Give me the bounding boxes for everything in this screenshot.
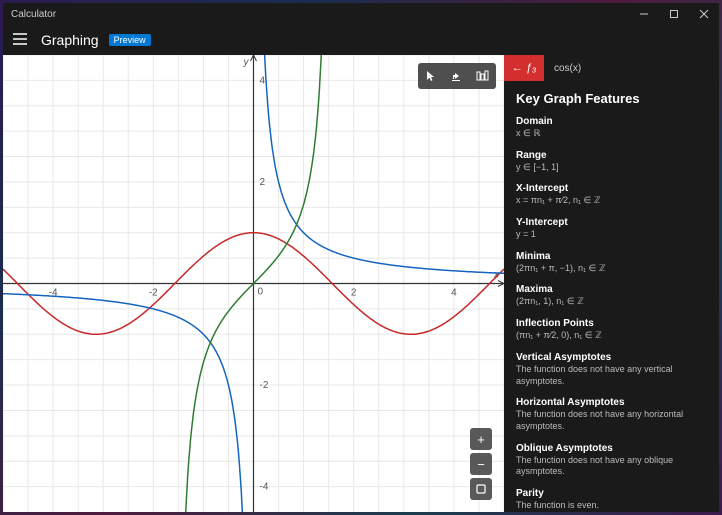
feature-label: Parity — [516, 488, 707, 499]
feature-block: Inflection Points(πn₁ + π⁄2, 0), n₁ ∈ ℤ — [516, 318, 707, 342]
feature-label: Vertical Asymptotes — [516, 352, 707, 363]
feature-label: Y-Intercept — [516, 217, 707, 228]
graph-toolbar — [418, 63, 496, 89]
graph-canvas[interactable]: -4-224-4-2240yx + − — [3, 55, 504, 512]
app-window: Calculator Graphing Preview -4-224-4-224… — [3, 3, 719, 512]
feature-block: X-Interceptx = πn₁ + π⁄2, n₁ ∈ ℤ — [516, 183, 707, 207]
svg-text:4: 4 — [451, 288, 457, 299]
feature-block: Maxima(2πn₁, 1), n₁ ∈ ℤ — [516, 284, 707, 308]
feature-block: Y-Intercepty = 1 — [516, 217, 707, 241]
function-expression: cos(x) — [544, 63, 719, 74]
feature-label: Horizontal Asymptotes — [516, 397, 707, 408]
feature-block: Horizontal AsymptotesThe function does n… — [516, 397, 707, 432]
feature-label: Inflection Points — [516, 318, 707, 329]
feature-value: x = πn₁ + π⁄2, n₁ ∈ ℤ — [516, 195, 707, 207]
function-header: ← ƒ₃ cos(x) — [504, 55, 719, 81]
features-panel: ← ƒ₃ cos(x) Key Graph Features Domainx ∈… — [504, 55, 719, 512]
svg-text:-4: -4 — [260, 482, 269, 493]
feature-value: The function does not have any vertical … — [516, 364, 707, 387]
trace-tool-button[interactable] — [474, 67, 492, 85]
feature-value: (2πn₁, 1), n₁ ∈ ℤ — [516, 296, 707, 308]
svg-text:-2: -2 — [260, 380, 269, 391]
svg-text:4: 4 — [260, 75, 266, 86]
feature-label: Domain — [516, 116, 707, 127]
feature-label: Minima — [516, 251, 707, 262]
feature-block: Domainx ∈ ℝ — [516, 116, 707, 140]
cursor-tool-button[interactable] — [422, 67, 440, 85]
feature-block: Vertical AsymptotesThe function does not… — [516, 352, 707, 387]
feature-label: Maxima — [516, 284, 707, 295]
menu-button[interactable] — [9, 28, 31, 52]
svg-text:y: y — [243, 57, 250, 68]
feature-block: Oblique AsymptotesThe function does not … — [516, 443, 707, 478]
close-button[interactable] — [689, 3, 719, 25]
titlebar: Calculator — [3, 3, 719, 25]
minimize-button[interactable] — [629, 3, 659, 25]
feature-value: The function does not have any oblique a… — [516, 455, 707, 478]
zoom-in-button[interactable]: + — [470, 428, 492, 450]
maximize-button[interactable] — [659, 3, 689, 25]
features-title: Key Graph Features — [516, 91, 707, 106]
content-area: -4-224-4-2240yx + − — [3, 55, 719, 512]
feature-label: Range — [516, 150, 707, 161]
zoom-reset-button[interactable] — [470, 478, 492, 500]
feature-block: Minima(2πn₁ + π, −1), n₁ ∈ ℤ — [516, 251, 707, 275]
feature-block: ParityThe function is even. — [516, 488, 707, 512]
back-button[interactable]: ← ƒ₃ — [504, 55, 544, 81]
feature-value: (πn₁ + π⁄2, 0), n₁ ∈ ℤ — [516, 330, 707, 342]
feature-value: y ∈ [−1, 1] — [516, 162, 707, 174]
feature-value: x ∈ ℝ — [516, 128, 707, 140]
toolbar: Graphing Preview — [3, 25, 719, 55]
svg-text:2: 2 — [260, 177, 266, 188]
back-label: ← ƒ₃ — [512, 62, 537, 74]
features-list[interactable]: Key Graph Features Domainx ∈ ℝ Rangey ∈ [… — [504, 81, 719, 512]
feature-value: (2πn₁ + π, −1), n₁ ∈ ℤ — [516, 263, 707, 275]
titlebar-controls — [629, 3, 719, 25]
preview-badge: Preview — [109, 34, 151, 46]
svg-text:-2: -2 — [149, 288, 158, 299]
feature-label: X-Intercept — [516, 183, 707, 194]
graph-svg: -4-224-4-2240yx — [3, 55, 504, 512]
zoom-out-button[interactable]: − — [470, 453, 492, 475]
feature-value: y = 1 — [516, 229, 707, 241]
zoom-controls: + − — [470, 428, 492, 500]
titlebar-title: Calculator — [11, 9, 56, 20]
svg-text:2: 2 — [351, 288, 357, 299]
feature-value: The function does not have any horizonta… — [516, 409, 707, 432]
mode-label: Graphing — [41, 32, 99, 48]
feature-label: Oblique Asymptotes — [516, 443, 707, 454]
svg-text:0: 0 — [258, 287, 264, 298]
share-tool-button[interactable] — [448, 67, 466, 85]
feature-value: The function is even. — [516, 500, 707, 512]
feature-block: Rangey ∈ [−1, 1] — [516, 150, 707, 174]
